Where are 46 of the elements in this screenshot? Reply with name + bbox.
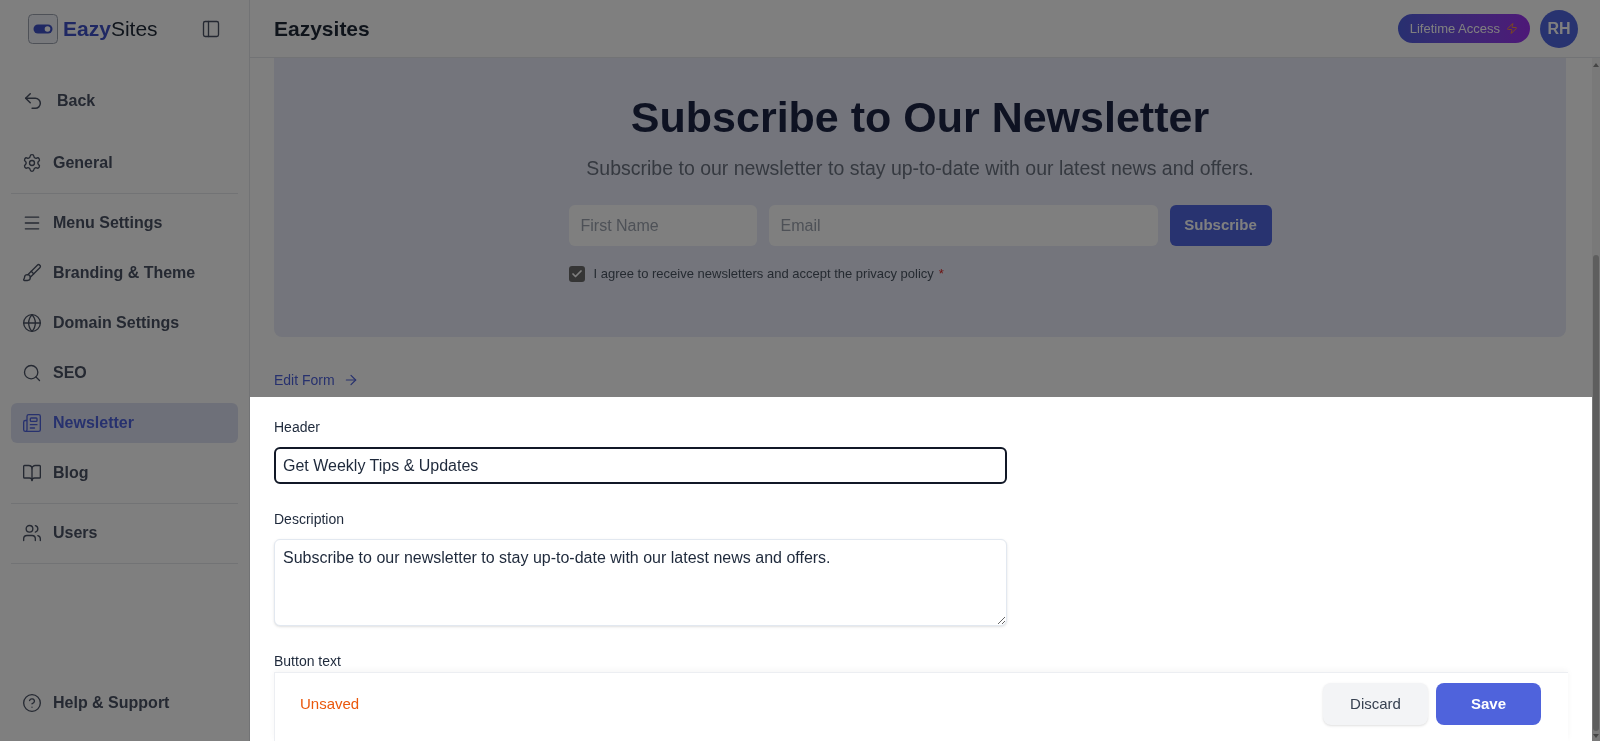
sidebar-item[interactable]: Domain Settings xyxy=(11,303,238,343)
description-textarea[interactable]: Subscribe to our newsletter to stay up-to-date with our latest news and offers. xyxy=(274,539,1007,626)
scroll-up-arrow-icon[interactable] xyxy=(1593,63,1599,67)
field-label: Description xyxy=(274,510,346,529)
help-icon xyxy=(22,693,42,713)
subscribe-button[interactable]: Subscribe xyxy=(1169,205,1272,246)
scrollbar[interactable] xyxy=(1592,58,1600,741)
sidebar-item[interactable]: Back xyxy=(11,81,238,121)
edit-form-link[interactable]: Edit Form xyxy=(274,370,359,390)
sidebar-item[interactable]: Menu Settings xyxy=(11,203,238,243)
plan-badge[interactable]: Lifetime Access xyxy=(1397,14,1530,43)
sidebar-panel-icon[interactable] xyxy=(201,19,221,39)
sidebar-item[interactable]: General xyxy=(11,143,238,183)
consent-checkbox[interactable] xyxy=(568,265,585,282)
save-button[interactable]: Save xyxy=(1436,683,1541,725)
gear-icon xyxy=(22,153,42,173)
consent-text: I agree to receive newsletters and accept the privacy policy xyxy=(593,265,934,283)
scrollbar-thumb[interactable] xyxy=(1593,255,1599,731)
sidebar-item[interactable]: Newsletter xyxy=(11,403,238,443)
header-input[interactable]: Get Weekly Tips & Updates xyxy=(274,447,1007,484)
preview-subtitle: Subscribe to our newsletter to stay up-to-date with our latest news and offers. xyxy=(586,156,1254,181)
globe-icon xyxy=(22,313,42,333)
sidebar-item[interactable]: Help & Support xyxy=(11,683,238,723)
unsaved-status: Unsaved xyxy=(300,694,360,714)
page-title: Eazysites xyxy=(274,15,370,42)
sidebar-item[interactable]: SEO xyxy=(11,353,238,393)
user-avatar[interactable]: RH xyxy=(1540,9,1578,48)
sidebar-item[interactable]: Branding & Theme xyxy=(11,253,238,293)
brush-icon xyxy=(22,263,42,283)
scroll-down-arrow-icon[interactable] xyxy=(1593,734,1599,738)
field-label: Header xyxy=(274,418,321,437)
required-asterisk: * xyxy=(938,265,944,283)
search-icon xyxy=(22,363,42,383)
sidebar-item[interactable]: Blog xyxy=(11,453,238,493)
undo-arrow-icon xyxy=(22,90,44,112)
field-label: Button text xyxy=(274,652,342,671)
discard-button[interactable]: Discard xyxy=(1323,683,1428,725)
newspaper-icon xyxy=(22,413,42,433)
users-icon xyxy=(22,523,42,543)
lightning-icon xyxy=(1506,22,1518,35)
checkmark-icon xyxy=(570,267,583,280)
sidebar-item[interactable]: Users xyxy=(11,513,238,553)
preview-title: Subscribe to Our Newsletter xyxy=(630,92,1210,142)
open-book-icon xyxy=(22,463,42,483)
logo-icon xyxy=(28,14,58,44)
brand-name: EazySites xyxy=(63,16,158,43)
